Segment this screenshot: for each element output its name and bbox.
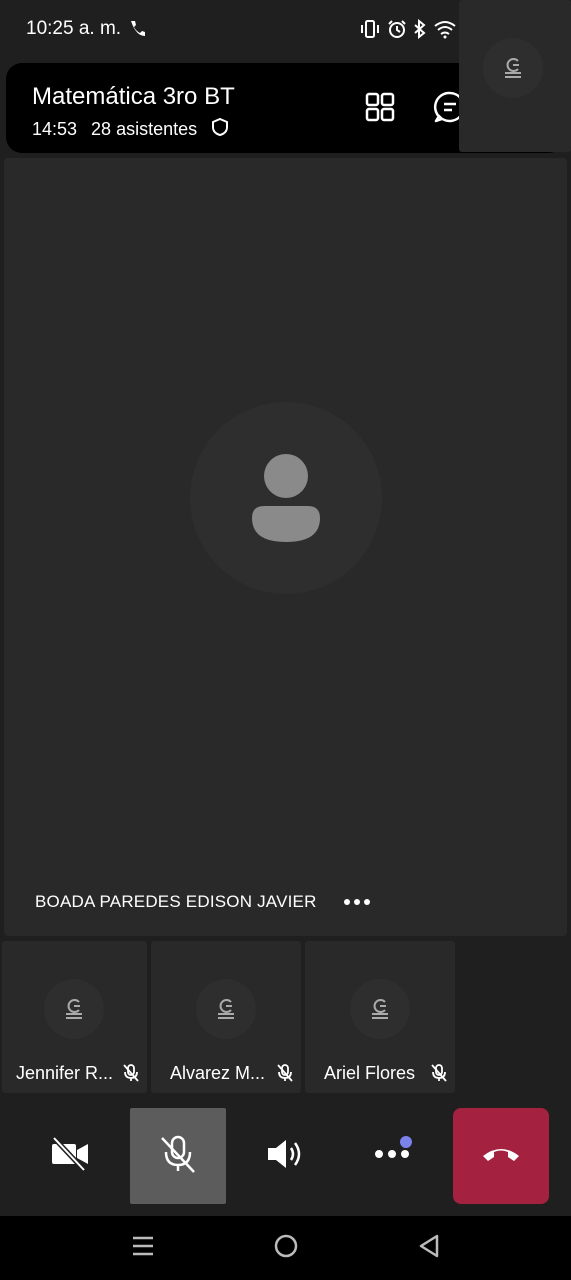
camera-toggle-button[interactable] xyxy=(22,1108,118,1204)
home-icon xyxy=(274,1234,298,1263)
more-icon[interactable] xyxy=(343,894,373,910)
menu-icon xyxy=(131,1235,155,1262)
system-nav-bar xyxy=(0,1216,571,1280)
call-controls xyxy=(0,1096,571,1216)
participant-name: Ariel Flores xyxy=(324,1063,416,1083)
participant-strip: Jennifer R... Alvarez M... Ariel Flores xyxy=(0,941,571,1093)
avatar-placeholder-icon xyxy=(372,999,388,1019)
grid-view-button[interactable] xyxy=(360,89,400,129)
more-options-button[interactable] xyxy=(346,1108,442,1204)
end-call-icon xyxy=(481,1144,521,1169)
participant-avatar xyxy=(483,38,543,98)
mic-muted-icon xyxy=(430,1063,448,1083)
home-button[interactable] xyxy=(272,1234,300,1262)
end-call-button[interactable] xyxy=(453,1108,549,1204)
speaker-name: BOADA PAREDES EDISON JAVIER xyxy=(35,892,317,911)
wifi-icon xyxy=(433,19,457,39)
phone-call-icon xyxy=(128,18,146,38)
speaker-icon xyxy=(266,1136,306,1177)
participant-tile[interactable]: Jennifer R... xyxy=(2,941,147,1093)
status-time: 10:25 a. m. xyxy=(26,18,122,39)
menu-button[interactable] xyxy=(129,1234,157,1262)
back-icon xyxy=(417,1234,441,1263)
camera-off-icon xyxy=(50,1135,90,1177)
participant-tile[interactable]: Ariel Flores xyxy=(305,941,455,1093)
participant-avatar xyxy=(44,979,104,1039)
participant-name: Alvarez M... xyxy=(170,1063,266,1083)
bluetooth-icon xyxy=(413,19,427,39)
main-video-stage[interactable]: BOADA PAREDES EDISON JAVIER xyxy=(4,158,567,936)
mic-muted-icon xyxy=(276,1063,294,1083)
speaker-button[interactable] xyxy=(238,1108,334,1204)
meeting-title: Matemática 3ro BT xyxy=(32,83,235,110)
meeting-info: 14:53 28 asistentes xyxy=(32,117,229,142)
avatar-placeholder-icon xyxy=(66,999,82,1019)
more-options-icon xyxy=(374,1147,414,1165)
notification-badge xyxy=(400,1136,412,1148)
mic-toggle-button[interactable] xyxy=(130,1108,226,1204)
alarm-icon xyxy=(387,19,407,39)
vibrate-icon xyxy=(359,19,381,39)
avatar-placeholder-icon xyxy=(218,999,234,1019)
shield-icon xyxy=(211,117,229,142)
meeting-duration: 14:53 xyxy=(32,119,78,139)
person-avatar-icon xyxy=(250,454,322,549)
participant-tile[interactable]: Alvarez M... xyxy=(151,941,301,1093)
back-button[interactable] xyxy=(415,1234,443,1262)
avatar-placeholder-icon xyxy=(505,58,521,78)
mic-muted-icon xyxy=(122,1063,140,1083)
mic-off-icon xyxy=(158,1134,198,1179)
attendee-count: 28 asistentes xyxy=(91,119,198,139)
participant-name: Jennifer R... xyxy=(16,1063,114,1083)
grid-view-icon xyxy=(364,91,396,128)
participant-avatar xyxy=(350,979,410,1039)
participant-avatar xyxy=(196,979,256,1039)
participant-tile[interactable] xyxy=(459,0,571,152)
speaker-avatar xyxy=(190,402,382,594)
